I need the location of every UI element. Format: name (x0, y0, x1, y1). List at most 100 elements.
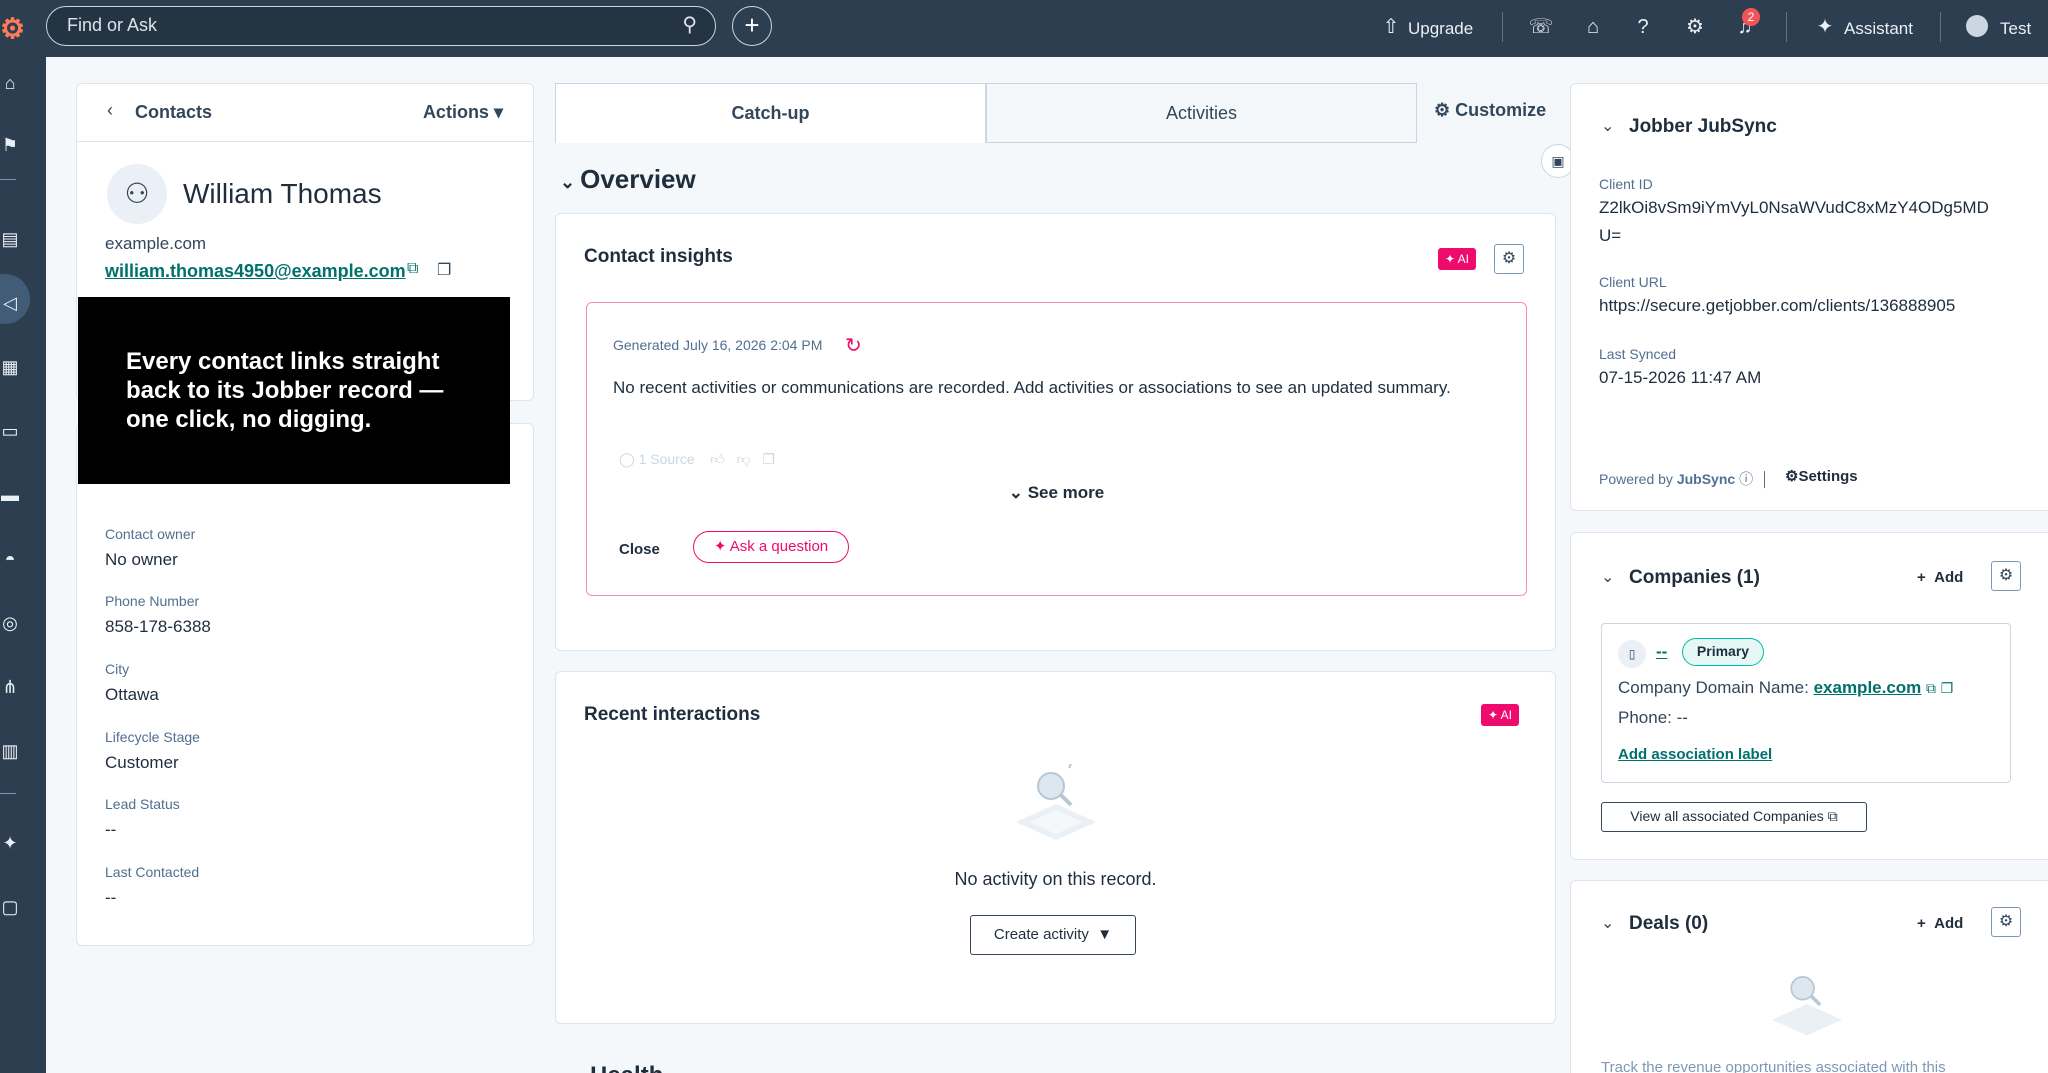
copy-icon[interactable]: ❐ (762, 451, 775, 467)
assistant-button[interactable]: Assistant (1844, 0, 1913, 57)
add-label: Add (1934, 915, 1964, 932)
external-link-icon: ⧉ (1827, 808, 1838, 824)
client-url-label: Client URL (1599, 274, 1667, 290)
contact-name: William Thomas (183, 178, 382, 209)
add-label: Add (1934, 569, 1964, 586)
reporting-icon[interactable]: ▥ (0, 741, 20, 762)
actions-label: Actions (422, 102, 489, 122)
create-activity-dropdown[interactable]: Create activity ▼ (970, 915, 1136, 955)
prop-value-phone-number[interactable]: 858-178-6388 (105, 617, 211, 637)
jubsync-title[interactable]: Jobber JubSync (1629, 116, 1777, 138)
create-new-button[interactable]: + (732, 6, 772, 46)
automation-icon[interactable]: ⋔ (0, 677, 20, 698)
hubspot-logo[interactable]: ⚙ (0, 14, 25, 44)
prop-value-city[interactable]: Ottawa (105, 685, 159, 705)
content-icon[interactable]: ▦ (0, 357, 20, 378)
last-synced-value: 07-15-2026 11:47 AM (1599, 368, 1762, 387)
overview-section-header[interactable]: ⌄ Overview (560, 164, 696, 195)
home-icon[interactable]: ⌂ (0, 73, 20, 94)
customize-button[interactable]: ⚙ Customize (1434, 100, 1546, 121)
prop-value-contact-owner[interactable]: No owner (105, 550, 178, 570)
company-name-link[interactable]: -- (1656, 642, 1667, 662)
chevron-down-icon[interactable]: ⌄ (1601, 116, 1614, 136)
marketplace-icon[interactable]: ⌂ (1580, 14, 1606, 40)
prop-label-lifecycle-stage: Lifecycle Stage (105, 729, 200, 745)
phone-icon[interactable]: ☏ (1528, 14, 1554, 40)
contact-insights-title: Contact insights (584, 246, 733, 267)
settings-label: Settings (1798, 468, 1858, 485)
copy-icon[interactable]: ❐ (437, 260, 451, 280)
marketing-icon[interactable]: ◁ (0, 293, 20, 314)
company-domain-link[interactable]: example.com (1814, 678, 1922, 697)
thumbs-down-icon[interactable]: 👎︎ (736, 451, 750, 467)
company-card: ▯ -- Primary Company Domain Name: exampl… (1601, 623, 2011, 783)
data-icon[interactable]: ◎ (0, 613, 20, 634)
info-icon[interactable]: ⓘ (1739, 471, 1753, 487)
client-id-line: Z2lkOi8vSm9iYmVyL0NsaWVudC8xMzY4ODg5MD (1599, 198, 1989, 217)
companies-title[interactable]: Companies (1) (1629, 567, 1760, 589)
thumbs-up-icon[interactable]: 👍︎ (710, 451, 725, 467)
company-phone: Phone: -- (1618, 708, 1688, 727)
insights-settings-gear-icon[interactable]: ⚙ (1494, 244, 1524, 274)
copy-icon[interactable]: ❐ (1941, 680, 1954, 696)
chevron-down-icon[interactable]: ⌄ (1601, 913, 1614, 933)
client-id-value: Z2lkOi8vSm9iYmVyL0NsaWVudC8xMzY4ODg5MD U… (1599, 194, 2029, 250)
view-all-companies-button[interactable]: View all associated Companies ⧉ (1601, 802, 1867, 832)
service-icon[interactable]: ◓ (0, 549, 20, 570)
bookmark-icon[interactable]: ⚑ (0, 135, 20, 156)
deals-settings-gear-icon[interactable]: ⚙ (1991, 907, 2021, 937)
next-section-header[interactable]: Health (590, 1062, 663, 1073)
regenerate-icon[interactable]: ↻ (845, 333, 862, 358)
upgrade-button[interactable]: Upgrade (1408, 0, 1473, 57)
prop-value-lifecycle-stage[interactable]: Customer (105, 753, 179, 773)
search-input[interactable]: Find or Ask ⚲ (46, 6, 716, 46)
add-company-button[interactable]: + Add (1917, 569, 1963, 586)
help-icon[interactable]: ? (1630, 14, 1656, 40)
prop-value-last-contacted[interactable]: -- (105, 888, 116, 908)
top-navigation-bar: ⚙ Find or Ask ⚲ + ⇧ Upgrade ☏ ⌂ ? ⚙ ♫ 2 … (0, 0, 2048, 57)
account-label: Test (2000, 18, 2032, 38)
contact-avatar-icon[interactable]: ⚇ (107, 164, 167, 224)
chevron-down-icon: ⌄ (560, 172, 581, 192)
side-navigation: ⌂ ⚑ ▤ ◁ ▦ ▭ ▬ ◓ ◎ ⋔ ▥ ✦ ▢ (0, 57, 46, 1073)
external-link-icon[interactable]: ⧉ (1926, 680, 1936, 696)
ai-badge: ✦ AI (1438, 248, 1476, 270)
actions-dropdown[interactable]: Actions ▾ (423, 102, 503, 123)
contact-header-bar: ‹ Contacts Actions ▾ (77, 84, 533, 142)
companies-settings-gear-icon[interactable]: ⚙ (1991, 561, 2021, 591)
settings-gear-icon: ⚙ (1785, 468, 1799, 485)
recent-interactions-title: Recent interactions (584, 704, 761, 725)
close-button[interactable]: Close (619, 541, 660, 558)
contact-email-link[interactable]: william.thomas4950@example.com (105, 261, 406, 282)
see-more-button[interactable]: ⌄ See more (587, 483, 1526, 503)
nav-divider (0, 179, 16, 180)
contact-domain: example.com (105, 234, 207, 253)
deals-title[interactable]: Deals (0) (1629, 913, 1708, 935)
search-icon[interactable]: ⚲ (682, 7, 697, 44)
client-url-value: https://secure.getjobber.com/clients/136… (1599, 296, 1956, 315)
development-icon[interactable]: ▢ (0, 897, 20, 918)
external-link-icon[interactable]: ⧉ (407, 260, 418, 278)
tab-catch-up[interactable]: Catch-up (555, 83, 986, 143)
promo-caption-overlay: Every contact links straight back to its… (78, 297, 510, 484)
back-chevron-icon[interactable]: ‹ (107, 100, 113, 121)
assistant-label: Assistant (1844, 18, 1913, 38)
ask-a-question-button[interactable]: ✦ Ask a question (693, 531, 849, 563)
add-deal-button[interactable]: + Add (1917, 915, 1963, 932)
tab-activities[interactable]: Activities (986, 83, 1417, 143)
add-association-label-link[interactable]: Add association label (1618, 746, 1772, 763)
back-to-contacts-link[interactable]: Contacts (135, 102, 212, 123)
user-avatar[interactable] (1966, 15, 1988, 37)
prop-value-lead-status[interactable]: -- (105, 820, 116, 840)
commerce-icon[interactable]: ▭ (0, 421, 20, 442)
ai-icon[interactable]: ✦ (0, 833, 20, 854)
chevron-down-icon[interactable]: ⌄ (1601, 567, 1614, 587)
settings-gear-icon[interactable]: ⚙ (1682, 14, 1708, 40)
deals-empty-text: Track the revenue opportunities associat… (1601, 1059, 1946, 1073)
payments-icon[interactable]: ▬ (0, 485, 20, 506)
view-all-label: View all associated Companies (1630, 808, 1824, 824)
source-count[interactable]: 1 Source (639, 451, 695, 467)
account-menu-button[interactable]: Test (2000, 0, 2031, 57)
contacts-icon[interactable]: ▤ (0, 229, 20, 250)
jubsync-settings-link[interactable]: ⚙Settings (1785, 467, 1858, 485)
